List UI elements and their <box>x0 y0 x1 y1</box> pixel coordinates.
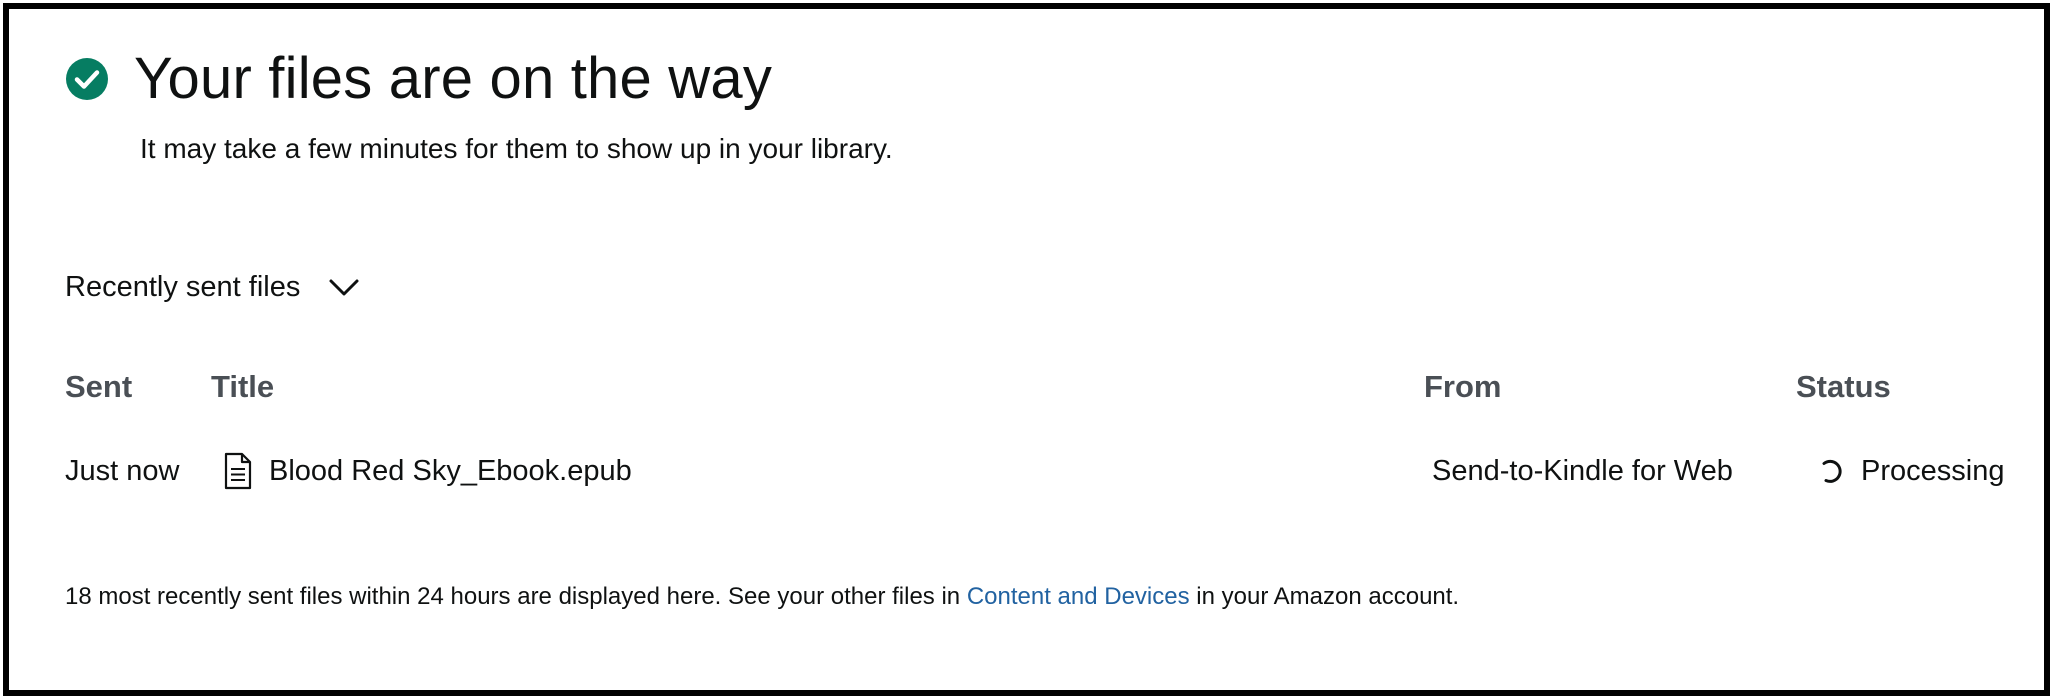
status-cell: Processing <box>1817 451 2004 491</box>
recently-sent-label: Recently sent files <box>65 271 301 303</box>
spinner-icon <box>1817 456 1847 486</box>
check-circle-icon <box>65 57 109 101</box>
sent-from: Send-to-Kindle for Web <box>1432 454 1733 487</box>
file-title: Blood Red Sky_Ebook.epub <box>269 454 632 487</box>
file-title-cell: Blood Red Sky_Ebook.epub <box>223 451 632 491</box>
confirmation-header: Your files are on the way <box>65 39 772 119</box>
recently-sent-toggle[interactable]: Recently sent files <box>65 271 362 304</box>
document-icon <box>223 451 255 491</box>
page-title: Your files are on the way <box>134 46 773 111</box>
column-header-sent: Sent <box>65 369 133 404</box>
confirmation-panel: Your files are on the way It may take a … <box>3 3 2050 696</box>
column-header-from: From <box>1424 369 1502 404</box>
column-header-status: Status <box>1796 369 1891 404</box>
footer-note: 18 most recently sent files within 24 ho… <box>65 583 1459 611</box>
sent-files-table: Sent Title From Status Just now Blood Re… <box>65 369 2025 499</box>
content-and-devices-link[interactable]: Content and Devices <box>967 583 1190 610</box>
table-row: Just now Blood Red Sky_Ebook.epub Send-t… <box>65 451 2025 491</box>
footer-suffix: in your Amazon account. <box>1189 583 1460 610</box>
status-text: Processing <box>1861 454 2005 487</box>
sent-time: Just now <box>65 454 180 487</box>
footer-prefix: 18 most recently sent files within 24 ho… <box>65 583 967 610</box>
column-header-title: Title <box>211 369 275 404</box>
page-subtitle: It may take a few minutes for them to sh… <box>140 133 893 164</box>
chevron-down-icon <box>328 277 362 299</box>
